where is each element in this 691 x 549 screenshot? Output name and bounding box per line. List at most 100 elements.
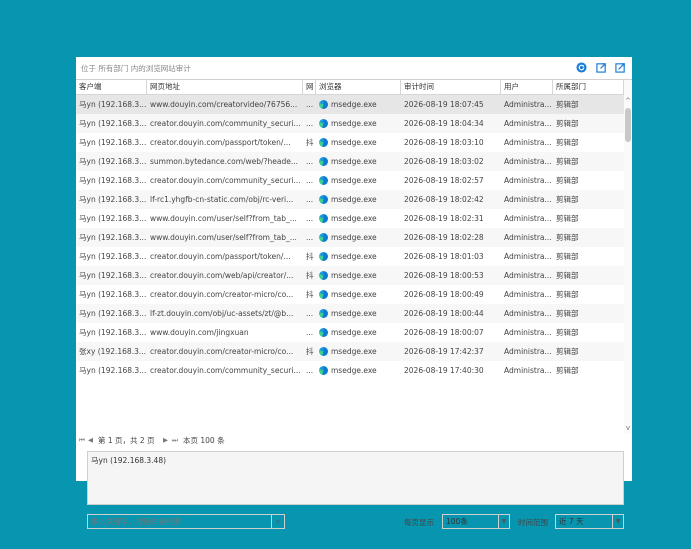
cell-browser: msedge.exe bbox=[316, 266, 401, 285]
col-client[interactable]: 客户端 bbox=[76, 80, 147, 94]
export-icon[interactable] bbox=[596, 62, 607, 73]
edge-browser-icon bbox=[319, 347, 328, 356]
cell-time: 2026-08-19 18:02:57 bbox=[404, 176, 484, 185]
cell-url: lf-rc1.yhgfb-cn-static.com/obj/rc-veri..… bbox=[150, 195, 294, 204]
cell-time: 2026-08-19 18:02:31 bbox=[404, 214, 484, 223]
cell-user: Administra... bbox=[504, 290, 552, 299]
table-row[interactable]: 马yn (192.168.3... www.douyin.com/user/sel… bbox=[76, 228, 624, 247]
table-row[interactable]: 马yn (192.168.3... www.douyin.com/creatorv… bbox=[76, 95, 624, 114]
edge-browser-icon bbox=[319, 119, 328, 128]
next-page-icon[interactable]: ▶ bbox=[163, 436, 168, 444]
cell-url: summon.bytedance.com/web/?heade... bbox=[150, 157, 299, 166]
cell-dept: 剪辑部 bbox=[556, 366, 579, 375]
browser-name: msedge.exe bbox=[331, 214, 377, 223]
cell-mark: ... bbox=[306, 119, 314, 128]
cell-dept: 剪辑部 bbox=[556, 347, 579, 356]
prev-page-icon[interactable]: ◀ bbox=[88, 436, 93, 444]
cell-time: 2026-08-19 18:01:03 bbox=[404, 252, 484, 261]
search-icon[interactable]: ⌕ bbox=[271, 515, 284, 528]
col-time[interactable]: 审计时间 bbox=[401, 80, 501, 94]
scroll-up-icon[interactable]: ^ bbox=[624, 96, 632, 106]
page-count: 本页 100 条 bbox=[183, 436, 225, 445]
cell-mark: ... bbox=[306, 214, 314, 223]
table-row[interactable]: 马yn (192.168.3... creator.douyin.com/web/… bbox=[76, 266, 624, 285]
cell-browser: msedge.exe bbox=[316, 247, 401, 266]
col-url[interactable]: 网页地址 bbox=[147, 80, 303, 94]
edge-browser-icon bbox=[319, 309, 328, 318]
page-size-label: 每页显示 bbox=[404, 518, 434, 527]
cell-mark: 抖 bbox=[306, 290, 314, 299]
browser-name: msedge.exe bbox=[331, 157, 377, 166]
page-size-select[interactable]: 100条 ▼ bbox=[442, 514, 510, 529]
refresh-icon[interactable] bbox=[576, 62, 587, 73]
browser-name: msedge.exe bbox=[331, 366, 377, 375]
first-page-icon[interactable]: ⏮ bbox=[79, 436, 85, 445]
table-row[interactable]: 马yn (192.168.3... www.douyin.com/user/sel… bbox=[76, 209, 624, 228]
col-dept[interactable]: 所属部门 bbox=[553, 80, 624, 94]
scroll-down-icon[interactable]: v bbox=[624, 423, 632, 433]
table-row[interactable]: 马yn (192.168.3... creator.douyin.com/pass… bbox=[76, 247, 624, 266]
time-range-select[interactable]: 近 7 天 ▼ bbox=[555, 514, 624, 529]
cell-mark: ... bbox=[306, 309, 314, 318]
table-header: 客户端 网页地址 网 浏览器 审计时间 用户 所属部门 bbox=[76, 80, 624, 95]
detail-box: 马yn (192.168.3.48) bbox=[87, 451, 624, 505]
vertical-scrollbar[interactable]: ^ v bbox=[624, 80, 632, 434]
table-row[interactable]: 马yn (192.168.3... lf-zt.douyin.com/obj/uc… bbox=[76, 304, 624, 323]
cell-time: 2026-08-19 18:00:44 bbox=[404, 309, 484, 318]
search-input[interactable] bbox=[88, 515, 271, 528]
cell-user: Administra... bbox=[504, 233, 552, 242]
browser-name: msedge.exe bbox=[331, 195, 377, 204]
edge-browser-icon bbox=[319, 366, 328, 375]
cell-dept: 剪辑部 bbox=[556, 100, 579, 109]
audit-panel: 位于 所有部门 内的浏览网站审计 客户端 网页地址 网 浏览器 审计时间 用户 … bbox=[76, 57, 632, 529]
cell-dept: 剪辑部 bbox=[556, 328, 579, 337]
cell-browser: msedge.exe bbox=[316, 171, 401, 190]
cell-user: Administra... bbox=[504, 119, 552, 128]
export-all-icon[interactable] bbox=[615, 62, 626, 73]
table-row[interactable]: 马yn (192.168.3... creator.douyin.com/pass… bbox=[76, 133, 624, 152]
col-browser[interactable]: 浏览器 bbox=[316, 80, 401, 94]
cell-dept: 剪辑部 bbox=[556, 195, 579, 204]
cell-user: Administra... bbox=[504, 271, 552, 280]
cell-browser: msedge.exe bbox=[316, 285, 401, 304]
title-bar: 位于 所有部门 内的浏览网站审计 bbox=[76, 57, 632, 80]
browser-name: msedge.exe bbox=[331, 290, 377, 299]
edge-browser-icon bbox=[319, 328, 328, 337]
cell-mark: ... bbox=[306, 366, 314, 375]
table-row[interactable]: 马yn (192.168.3... summon.bytedance.com/we… bbox=[76, 152, 624, 171]
cell-url: creator.douyin.com/creator-micro/co... bbox=[150, 290, 294, 299]
last-page-icon[interactable]: ⏭ bbox=[172, 436, 178, 445]
cell-url: www.douyin.com/user/self?from_tab_... bbox=[150, 233, 297, 242]
cell-client: 张xy (192.168.3... bbox=[79, 347, 147, 356]
cell-url: creator.douyin.com/community_securi... bbox=[150, 119, 301, 128]
table-row[interactable]: 马yn (192.168.3... creator.douyin.com/comm… bbox=[76, 171, 624, 190]
table-row[interactable]: 马yn (192.168.3... lf-rc1.yhgfb-cn-static.… bbox=[76, 190, 624, 209]
cell-client: 马yn (192.168.3... bbox=[79, 176, 147, 185]
cell-client: 马yn (192.168.3... bbox=[79, 233, 147, 242]
cell-dept: 剪辑部 bbox=[556, 176, 579, 185]
cell-dept: 剪辑部 bbox=[556, 119, 579, 128]
table-row[interactable]: 张xy (192.168.3... creator.douyin.com/crea… bbox=[76, 342, 624, 361]
col-user[interactable]: 用户 bbox=[501, 80, 553, 94]
table-row[interactable]: 马yn (192.168.3... creator.douyin.com/comm… bbox=[76, 114, 624, 133]
cell-user: Administra... bbox=[504, 347, 552, 356]
page-size-value: 100条 bbox=[446, 517, 468, 526]
browser-name: msedge.exe bbox=[331, 138, 377, 147]
cell-url: www.douyin.com/jingxuan bbox=[150, 328, 249, 337]
cell-dept: 剪辑部 bbox=[556, 233, 579, 242]
cell-browser: msedge.exe bbox=[316, 95, 401, 114]
col-mark[interactable]: 网 bbox=[303, 80, 316, 94]
chevron-down-icon: ▼ bbox=[612, 515, 623, 528]
cell-dept: 剪辑部 bbox=[556, 309, 579, 318]
time-range-label: 时间范围 bbox=[518, 518, 548, 527]
table-row[interactable]: 马yn (192.168.3... creator.douyin.com/crea… bbox=[76, 285, 624, 304]
table-row[interactable]: 马yn (192.168.3... creator.douyin.com/comm… bbox=[76, 361, 624, 380]
table-row[interactable]: 马yn (192.168.3... www.douyin.com/jingxuan… bbox=[76, 323, 624, 342]
cell-browser: msedge.exe bbox=[316, 342, 401, 361]
cell-url: creator.douyin.com/passport/token/... bbox=[150, 138, 291, 147]
browser-name: msedge.exe bbox=[331, 328, 377, 337]
cell-user: Administra... bbox=[504, 100, 552, 109]
scroll-thumb[interactable] bbox=[625, 108, 631, 142]
cell-user: Administra... bbox=[504, 214, 552, 223]
cell-time: 2026-08-19 18:03:02 bbox=[404, 157, 484, 166]
